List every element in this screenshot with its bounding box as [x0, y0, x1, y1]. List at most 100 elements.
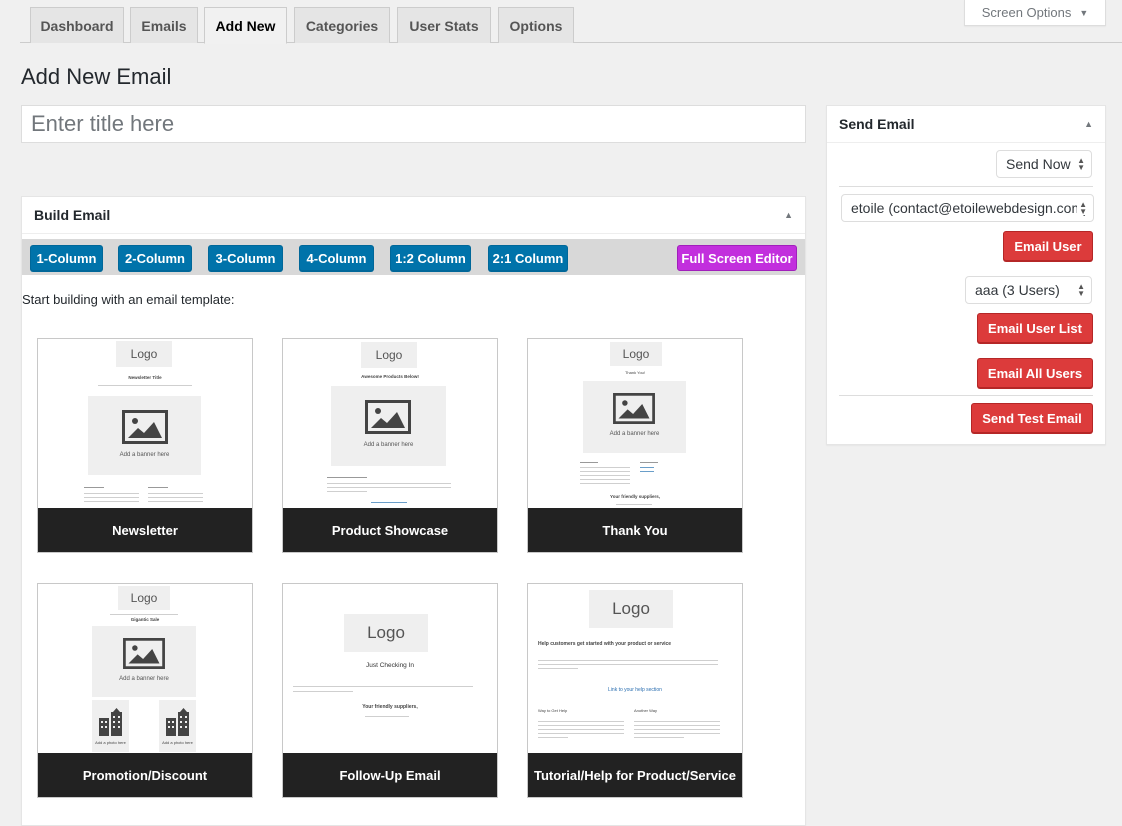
page-title: Add New Email: [21, 64, 172, 89]
product-link: [640, 471, 654, 472]
logo-placeholder: Logo: [589, 590, 673, 628]
tab-options[interactable]: Options: [498, 7, 574, 43]
four-column-button[interactable]: 4-Column: [299, 245, 374, 271]
logo-placeholder: Logo: [118, 586, 170, 610]
title-input[interactable]: [21, 105, 806, 143]
triangle-up-icon[interactable]: ▲: [784, 210, 793, 220]
build-email-header[interactable]: Build Email ▲: [22, 197, 805, 234]
triangle-down-icon: ▼: [1079, 7, 1089, 18]
photo-text: Add a photo here: [95, 740, 126, 745]
send-timing-select[interactable]: Send Now ▲ ▼: [996, 150, 1092, 178]
text-line: [580, 479, 630, 480]
email-all-users-button[interactable]: Email All Users: [977, 358, 1093, 388]
template-tutorial-help[interactable]: Logo Help customers get started with you…: [527, 583, 743, 798]
template-label: Newsletter: [38, 508, 252, 552]
build-email-panel: Build Email ▲ 1-Column 2-Column 3-Column…: [21, 196, 806, 826]
image-icon: [122, 410, 168, 444]
send-email-panel: Send Email ▲ Send Now ▲ ▼ etoile (contact…: [826, 105, 1106, 445]
text-line: [640, 462, 658, 463]
text-line: [84, 493, 139, 494]
banner-text: Add a banner here: [609, 431, 660, 437]
two-one-column-button[interactable]: 2:1 Column: [488, 245, 568, 271]
template-heading: Help customers get started with your pro…: [538, 641, 672, 647]
template-preview: Logo Thank You! Add a banner here Your f…: [528, 339, 742, 509]
screen-options-button[interactable]: Screen Options ▼: [964, 0, 1106, 26]
building-icon: [99, 708, 122, 736]
select-arrows-icon: ▲ ▼: [1077, 200, 1087, 216]
text-line: [538, 660, 718, 661]
tab-add-new[interactable]: Add New: [204, 7, 287, 44]
text-line: [148, 487, 168, 488]
text-line: [580, 467, 630, 468]
template-follow-up-email[interactable]: Logo Just Checking In Your friendly supp…: [282, 583, 498, 798]
banner-placeholder: Add a banner here: [92, 626, 196, 697]
two-column-button[interactable]: 2-Column: [118, 245, 192, 271]
template-heading: Just Checking In: [365, 662, 415, 669]
tab-user-stats[interactable]: User Stats: [397, 7, 491, 43]
text-line: [616, 504, 652, 505]
screen-options-label: Screen Options: [981, 5, 1072, 20]
logo-placeholder: Logo: [361, 342, 417, 368]
email-user-button[interactable]: Email User: [1003, 231, 1093, 261]
image-icon: [123, 638, 165, 669]
template-label: Follow-Up Email: [283, 753, 497, 797]
user-select[interactable]: etoile (contact@etoilewebdesign.com) ▲ ▼: [841, 194, 1094, 222]
text-line: [365, 716, 409, 717]
text-line: [293, 686, 473, 687]
template-heading: Gigantic Sale: [130, 617, 160, 622]
template-promotion-discount[interactable]: Logo Gigantic Sale Add a banner here Add…: [37, 583, 253, 798]
image-icon: [365, 400, 411, 434]
divider: [839, 186, 1093, 187]
text-line: [634, 733, 720, 734]
text-line: [538, 733, 624, 734]
collection-link: [371, 502, 407, 503]
build-email-title: Build Email: [34, 207, 111, 223]
text-line: [327, 487, 451, 488]
text-line: [580, 483, 630, 484]
banner-text: Add a banner here: [363, 442, 414, 448]
user-select-value: etoile (contact@etoilewebdesign.com): [851, 200, 1088, 216]
template-label: Thank You: [528, 508, 742, 552]
template-newsletter[interactable]: Logo Newsletter Title Add a banner here …: [37, 338, 253, 553]
three-column-button[interactable]: 3-Column: [208, 245, 283, 271]
select-arrows-icon: ▲ ▼: [1077, 282, 1085, 298]
help-section-link: Link to your help section: [608, 687, 662, 693]
send-email-title: Send Email: [839, 116, 915, 132]
template-heading: Newsletter Title: [128, 375, 162, 380]
text-line: [634, 721, 720, 722]
tab-dashboard[interactable]: Dashboard: [30, 7, 124, 43]
email-user-list-button[interactable]: Email User List: [977, 313, 1093, 343]
text-line: [538, 725, 624, 726]
photo-placeholder: Add a photo here: [159, 700, 196, 752]
send-email-header[interactable]: Send Email ▲: [827, 106, 1105, 143]
text-line: [84, 497, 139, 498]
tab-categories[interactable]: Categories: [294, 7, 390, 43]
user-list-select[interactable]: aaa (3 Users) ▲ ▼: [965, 276, 1092, 304]
col1-heading: Way to Get Help: [538, 708, 568, 713]
banner-text: Add a banner here: [119, 676, 169, 682]
template-preview: Logo Awesome Products Below! Add a banne…: [283, 339, 497, 509]
template-label: Tutorial/Help for Product/Service: [528, 753, 742, 797]
image-icon: [613, 393, 655, 424]
text-line: [98, 385, 192, 386]
send-test-email-button[interactable]: Send Test Email: [971, 403, 1093, 433]
one-column-button[interactable]: 1-Column: [30, 245, 103, 271]
text-line: [634, 737, 684, 738]
tab-emails[interactable]: Emails: [130, 7, 198, 43]
template-preview: Logo Gigantic Sale Add a banner here Add…: [38, 584, 252, 754]
divider: [839, 395, 1093, 396]
product-link: [640, 467, 654, 468]
text-line: [580, 471, 630, 472]
text-line: [580, 475, 630, 476]
full-screen-editor-button[interactable]: Full Screen Editor: [677, 245, 797, 271]
banner-placeholder: Add a banner here: [88, 396, 201, 475]
text-line: [580, 462, 598, 463]
template-preview: Logo Newsletter Title Add a banner here: [38, 339, 252, 509]
triangle-up-icon[interactable]: ▲: [1084, 119, 1093, 129]
template-product-showcase[interactable]: Logo Awesome Products Below! Add a banne…: [282, 338, 498, 553]
template-thank-you[interactable]: Logo Thank You! Add a banner here Your f…: [527, 338, 743, 553]
text-line: [538, 668, 578, 669]
user-list-value: aaa (3 Users): [975, 282, 1060, 298]
one-two-column-button[interactable]: 1:2 Column: [390, 245, 471, 271]
photo-placeholder: Add a photo here: [92, 700, 129, 752]
